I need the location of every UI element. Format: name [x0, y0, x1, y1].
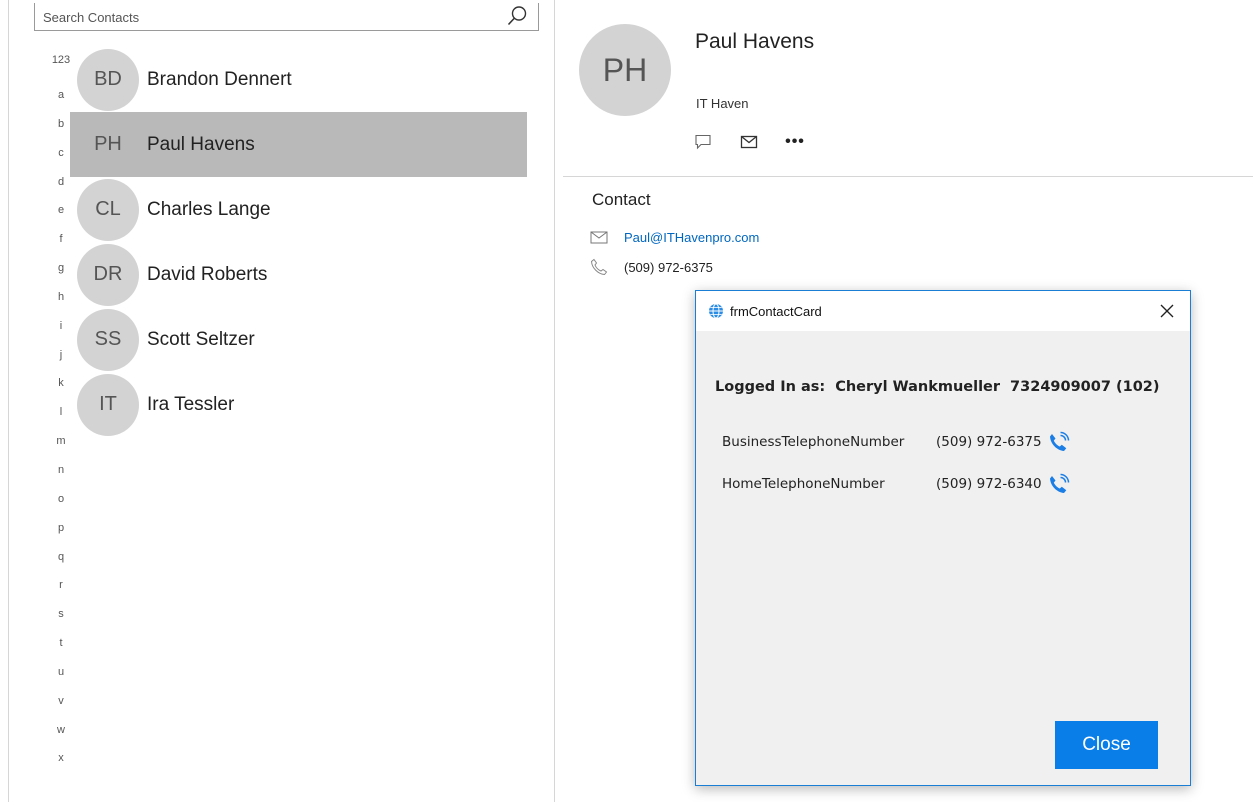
- globe-icon: [708, 303, 724, 319]
- contact-item-ira-tessler[interactable]: IT Ira Tessler: [70, 372, 527, 437]
- home-phone-number: (509) 972-6340: [936, 476, 1042, 492]
- alpha-item-g[interactable]: g: [50, 254, 72, 283]
- contact-name: Charles Lange: [147, 198, 271, 220]
- pane-divider: [554, 0, 555, 802]
- alpha-item-q[interactable]: q: [50, 543, 72, 572]
- alpha-item-a[interactable]: a: [50, 81, 72, 110]
- alpha-item-p[interactable]: p: [50, 514, 72, 543]
- contact-name: Paul Havens: [147, 133, 255, 155]
- logged-in-label: Logged In as:: [715, 379, 826, 395]
- alpha-item-u[interactable]: u: [50, 658, 72, 687]
- home-phone-label: HomeTelephoneNumber: [722, 476, 885, 492]
- contact-item-brandon-dennert[interactable]: BD Brandon Dennert: [70, 47, 527, 112]
- business-phone-row: BusinessTelephoneNumber (509) 972-6375: [722, 431, 1070, 453]
- avatar: CL: [77, 178, 139, 241]
- contact-section-title: Contact: [592, 190, 651, 209]
- alpha-item-w[interactable]: w: [50, 716, 72, 745]
- contact-name: Scott Seltzer: [147, 328, 255, 350]
- close-button[interactable]: Close: [1055, 721, 1158, 769]
- logged-in-line: Logged In as: Cheryl Wankmueller 732490900…: [715, 379, 1160, 395]
- alpha-item-k[interactable]: k: [50, 369, 72, 398]
- detail-separator: [563, 176, 1253, 177]
- contact-name: David Roberts: [147, 263, 268, 285]
- search-icon[interactable]: [506, 5, 528, 27]
- alpha-item-i[interactable]: i: [50, 312, 72, 341]
- logged-in-user-id: 7324909007 (102): [1010, 379, 1160, 395]
- contact-card-dialog: frmContactCard Logged In as: Cheryl Wankm…: [695, 290, 1191, 786]
- alpha-item-e[interactable]: e: [50, 196, 72, 225]
- avatar: DR: [77, 243, 139, 306]
- call-icon[interactable]: [1048, 431, 1070, 453]
- alpha-item-r[interactable]: r: [50, 571, 72, 600]
- alphabet-index: 123 a b c d e f g h i j k l m n o p q r …: [50, 50, 72, 773]
- avatar: BD: [77, 48, 139, 111]
- contact-list: BD Brandon Dennert PH Paul Havens CL Cha…: [70, 47, 527, 437]
- alpha-item-123[interactable]: 123: [50, 50, 72, 81]
- alpha-item-b[interactable]: b: [50, 110, 72, 139]
- alpha-item-l[interactable]: l: [50, 398, 72, 427]
- alpha-item-f[interactable]: f: [50, 225, 72, 254]
- avatar: PH: [77, 113, 139, 176]
- detail-actions: •••: [692, 133, 806, 151]
- alpha-item-o[interactable]: o: [50, 485, 72, 514]
- detail-avatar: PH: [579, 24, 671, 116]
- detail-company: IT Haven: [696, 96, 749, 111]
- dialog-titlebar[interactable]: frmContactCard: [696, 291, 1190, 331]
- mail-icon: [590, 229, 610, 245]
- alpha-item-x[interactable]: x: [50, 744, 72, 773]
- contact-name: Ira Tessler: [147, 393, 235, 415]
- more-options-icon[interactable]: •••: [784, 133, 806, 151]
- contact-item-david-roberts[interactable]: DR David Roberts: [70, 242, 527, 307]
- business-phone-number: (509) 972-6375: [936, 434, 1042, 450]
- email-row: Paul@ITHavenpro.com: [590, 229, 759, 245]
- alpha-item-t[interactable]: t: [50, 629, 72, 658]
- mail-icon[interactable]: [738, 133, 760, 151]
- alpha-item-j[interactable]: j: [50, 341, 72, 370]
- close-icon[interactable]: [1144, 291, 1190, 331]
- contact-item-charles-lange[interactable]: CL Charles Lange: [70, 177, 527, 242]
- left-border: [8, 0, 9, 802]
- alpha-item-v[interactable]: v: [50, 687, 72, 716]
- contact-name: Brandon Dennert: [147, 68, 292, 90]
- alpha-item-d[interactable]: d: [50, 168, 72, 197]
- logged-in-user: Cheryl Wankmueller: [835, 379, 1001, 395]
- email-link[interactable]: Paul@ITHavenpro.com: [624, 230, 759, 245]
- phone-icon: [590, 258, 610, 276]
- avatar: SS: [77, 308, 139, 371]
- alpha-item-s[interactable]: s: [50, 600, 72, 629]
- avatar: IT: [77, 373, 139, 436]
- phone-number[interactable]: (509) 972-6375: [624, 260, 713, 275]
- search-input[interactable]: [43, 7, 483, 27]
- dialog-title: frmContactCard: [730, 303, 822, 319]
- business-phone-label: BusinessTelephoneNumber: [722, 434, 905, 450]
- chat-icon[interactable]: [692, 133, 714, 151]
- home-phone-row: HomeTelephoneNumber (509) 972-6340: [722, 473, 1070, 495]
- alpha-item-c[interactable]: c: [50, 139, 72, 168]
- call-icon[interactable]: [1048, 473, 1070, 495]
- contact-item-scott-seltzer[interactable]: SS Scott Seltzer: [70, 307, 527, 372]
- detail-name: Paul Havens: [695, 30, 815, 53]
- alpha-item-m[interactable]: m: [50, 427, 72, 456]
- alpha-item-h[interactable]: h: [50, 283, 72, 312]
- people-app: 123 a b c d e f g h i j k l m n o p q r …: [0, 0, 1253, 802]
- search-box: [34, 3, 539, 31]
- alpha-item-n[interactable]: n: [50, 456, 72, 485]
- contact-item-paul-havens[interactable]: PH Paul Havens: [70, 112, 527, 177]
- phone-row: (509) 972-6375: [590, 258, 713, 276]
